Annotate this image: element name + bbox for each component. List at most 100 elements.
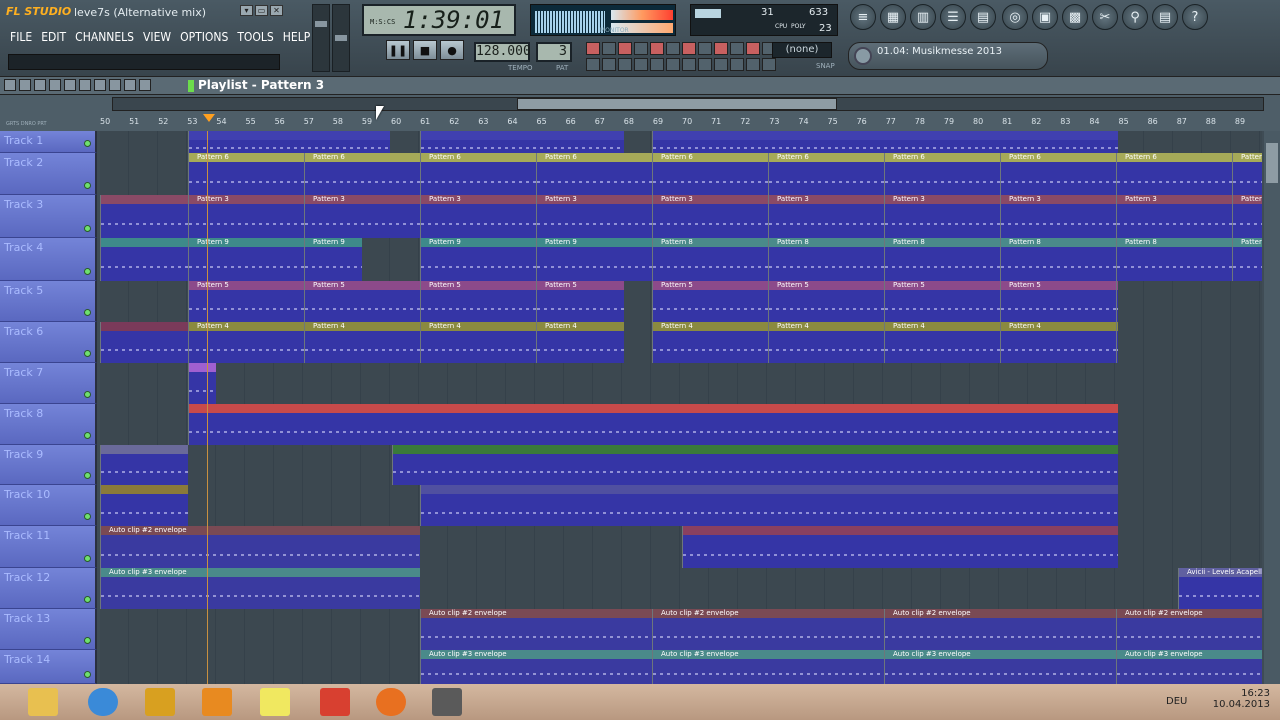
save-icon[interactable]: ▣ — [1032, 4, 1058, 30]
mode-button[interactable] — [634, 42, 648, 55]
playlist-clip[interactable] — [188, 363, 216, 404]
playlist-clip[interactable]: Pattern 4 — [420, 322, 536, 363]
track-enable-icon[interactable] — [84, 391, 91, 398]
arrow-down-icon[interactable]: ▾ — [240, 5, 253, 16]
fl-studio-icon[interactable] — [145, 688, 175, 716]
playlist-clip[interactable] — [188, 131, 390, 153]
timeline-ruler[interactable]: GRTS DNRO PRT 50 51 52 53 54 55 56 57 58 59 60 61 62… — [0, 95, 1280, 131]
playlist-clip[interactable]: Pattern 5 — [652, 281, 768, 322]
menu-edit[interactable]: EDIT — [41, 30, 66, 44]
tempo-display[interactable]: 128.000 — [474, 42, 531, 62]
playlist-clip[interactable]: Pattern 9 — [420, 238, 536, 281]
playlist-clip[interactable]: Pattern 5 — [304, 281, 420, 322]
track-enable-icon[interactable] — [84, 350, 91, 357]
playlist-clip[interactable]: Auto clip #3 envelope — [420, 650, 652, 684]
playlist-clip[interactable]: Pattern 3 — [420, 195, 536, 238]
sticky-notes-icon[interactable] — [260, 688, 290, 716]
playlist-clip[interactable] — [100, 485, 188, 526]
playlist-clip[interactable]: Pattern 3 — [652, 195, 768, 238]
track-header[interactable]: Track 2 — [0, 153, 97, 195]
menu-tools[interactable]: TOOLS — [237, 30, 273, 44]
playlist-clip[interactable] — [420, 485, 1118, 526]
track-enable-icon[interactable] — [84, 555, 91, 562]
help-icon[interactable]: ? — [1182, 4, 1208, 30]
fl-edit-icon[interactable] — [432, 688, 462, 716]
playlist-clip[interactable] — [420, 131, 624, 153]
playlist-clip[interactable] — [652, 131, 1118, 153]
mute-icon[interactable] — [64, 79, 76, 91]
mode-button[interactable] — [762, 58, 776, 71]
playlist-clip[interactable]: Auto clip #2 envelope — [420, 609, 652, 650]
playlist-clip[interactable] — [100, 445, 188, 485]
pencil-icon[interactable] — [34, 79, 46, 91]
zoom-icon[interactable] — [124, 79, 136, 91]
playhead-marker[interactable] — [203, 114, 215, 122]
horizontal-scrollbar[interactable] — [112, 97, 1264, 111]
track-enable-icon[interactable] — [84, 637, 91, 644]
track-enable-icon[interactable] — [84, 513, 91, 520]
play-pattern-icon[interactable] — [188, 80, 194, 92]
menu-channels[interactable]: CHANNELS — [75, 30, 134, 44]
mode-button[interactable] — [586, 58, 600, 71]
playlist-clip[interactable]: Pattern 4 — [536, 322, 624, 363]
playlist-clip[interactable]: Pattern 5 — [420, 281, 536, 322]
mode-button[interactable] — [602, 42, 616, 55]
menu-view[interactable]: VIEW — [143, 30, 171, 44]
track-header[interactable]: Track 8 — [0, 404, 97, 445]
playlist-clip[interactable]: Pattern 3 — [304, 195, 420, 238]
menu-options[interactable]: OPTIONS — [180, 30, 228, 44]
playlist-clip[interactable]: Pattern 8 — [652, 238, 768, 281]
slice-icon[interactable] — [94, 79, 106, 91]
mixer-icon[interactable]: ▤ — [970, 4, 996, 30]
playlist-clip[interactable]: Pattern 6 — [884, 153, 1000, 195]
vscroll-thumb[interactable] — [1266, 143, 1278, 183]
track-header[interactable]: Track 3 — [0, 195, 97, 238]
cpu-icon[interactable]: ◎ — [1002, 4, 1028, 30]
track-enable-icon[interactable] — [84, 309, 91, 316]
playlist-clip[interactable]: Pattern 3 — [536, 195, 652, 238]
playlist-clip[interactable]: Pattern 4 — [652, 322, 768, 363]
playlist-clip[interactable]: Pattern 5 — [188, 281, 304, 322]
mode-button[interactable] — [714, 42, 728, 55]
clock[interactable]: 16:23 10.04.2013 — [1213, 688, 1270, 710]
playlist-clip[interactable]: Pattern 4 — [884, 322, 1000, 363]
track-header[interactable]: Track 4 — [0, 238, 97, 281]
playlist-clip[interactable]: Pattern 6 — [1232, 153, 1262, 195]
mode-button[interactable] — [698, 58, 712, 71]
track-header[interactable]: Track 1 — [0, 131, 97, 153]
playlist-clip[interactable]: Pattern 6 — [420, 153, 536, 195]
playlist-clip[interactable]: Pattern 8 — [1000, 238, 1116, 281]
master-pitch-slider[interactable] — [332, 4, 350, 72]
playlist-clip[interactable]: Pattern 8 — [1116, 238, 1232, 281]
menu-arrow-icon[interactable] — [4, 79, 16, 91]
mode-button[interactable] — [746, 42, 760, 55]
playlist-clip[interactable]: Pattern 6 — [188, 153, 304, 195]
playlist-clip[interactable]: Auto clip #3 envelope — [100, 568, 420, 609]
playlist-clip[interactable]: Pattern 3 — [1000, 195, 1116, 238]
playlist-clip[interactable]: Pattern 5 — [884, 281, 1000, 322]
playlist-clip[interactable] — [100, 238, 188, 281]
playlist-clip[interactable] — [100, 322, 188, 363]
playlist-clip[interactable]: Pattern 8 — [884, 238, 1000, 281]
playlist-clip[interactable]: Avicii - Levels Acapell — [1178, 568, 1262, 609]
playlist-clip[interactable]: Auto clip #2 envelope — [1116, 609, 1262, 650]
snap-selector[interactable]: (none) — [772, 42, 832, 58]
mode-button[interactable] — [682, 42, 696, 55]
playlist-clip[interactable]: Pattern 3 — [1116, 195, 1232, 238]
red-app-icon[interactable] — [320, 688, 350, 716]
track-enable-icon[interactable] — [84, 432, 91, 439]
search-icon[interactable]: ⚲ — [1122, 4, 1148, 30]
track-header[interactable]: Track 9 — [0, 445, 97, 485]
track-header[interactable]: Track 7 — [0, 363, 97, 404]
track-enable-icon[interactable] — [84, 671, 91, 678]
playlist-clip[interactable]: Pattern 4 — [188, 322, 304, 363]
mode-button[interactable] — [650, 42, 664, 55]
vertical-scrollbar[interactable] — [1264, 131, 1280, 684]
playlist-clip[interactable]: Auto clip #3 envelope — [652, 650, 884, 684]
track-header[interactable]: Track 12 — [0, 568, 97, 609]
playlist-icon[interactable]: ≡ — [850, 4, 876, 30]
pattern-selector[interactable]: 3 — [536, 42, 572, 62]
track-header[interactable]: Track 5 — [0, 281, 97, 322]
playlist-grid[interactable]: Pattern 6 Pattern 6 Pattern 6 Pattern 6 Patt… — [100, 131, 1262, 684]
playlist-clip[interactable]: Pattern 6 — [1000, 153, 1116, 195]
